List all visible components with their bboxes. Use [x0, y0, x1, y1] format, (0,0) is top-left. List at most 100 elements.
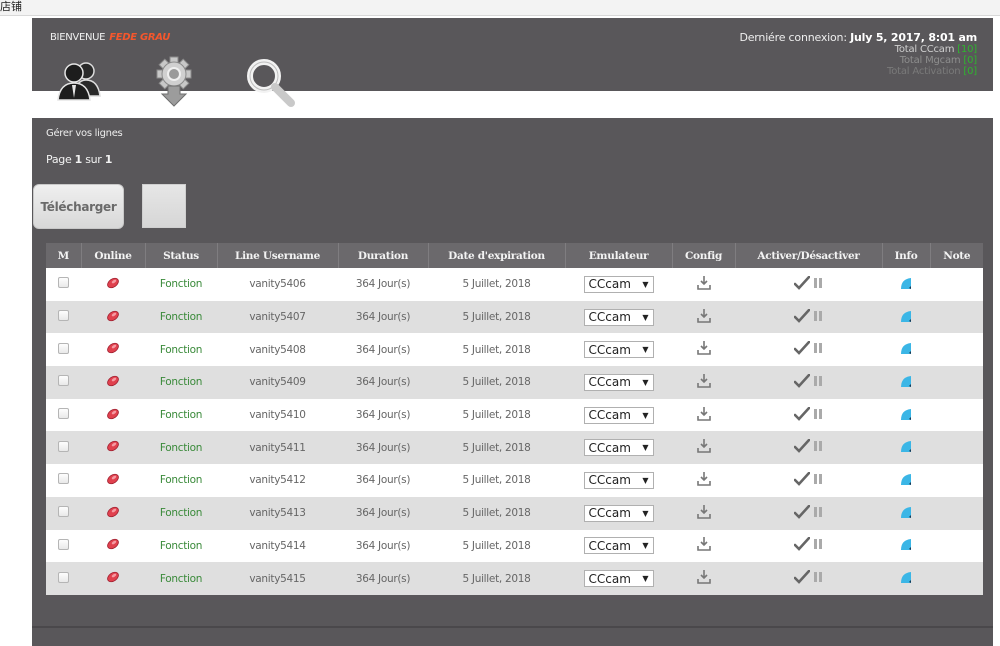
activate-check-icon[interactable]: [793, 308, 811, 326]
cell-info: [882, 431, 930, 465]
users-icon[interactable]: [54, 56, 106, 108]
cell-select: [46, 529, 81, 563]
row-checkbox[interactable]: [58, 473, 69, 485]
cell-emulator: CCcam ▼: [565, 268, 672, 301]
pause-icon[interactable]: [813, 375, 823, 390]
table-header-row: M Online Status Line Username Duration D…: [46, 243, 983, 268]
pause-icon[interactable]: [813, 277, 823, 292]
emulator-value: CCcam: [588, 440, 631, 455]
emulator-select[interactable]: CCcam ▼: [583, 570, 654, 588]
col-expiration[interactable]: Date d'expiration: [428, 243, 566, 268]
download-config-icon[interactable]: [696, 438, 712, 457]
cell-activate: [735, 366, 882, 399]
info-icon[interactable]: [899, 570, 913, 587]
row-checkbox[interactable]: [58, 571, 69, 583]
info-icon[interactable]: [899, 309, 913, 326]
activate-check-icon[interactable]: [793, 537, 811, 554]
online-status-icon: [106, 375, 120, 390]
activate-check-icon[interactable]: [793, 471, 811, 489]
emulator-select[interactable]: CCcam ▼: [583, 504, 654, 522]
blank-square-button[interactable]: [142, 184, 186, 228]
emulator-select[interactable]: CCcam ▼: [583, 275, 654, 293]
info-icon[interactable]: [899, 276, 913, 293]
cell-online: [81, 300, 145, 334]
dropdown-arrow-icon: ▼: [642, 345, 649, 355]
cell-username: vanity5406: [217, 268, 338, 301]
pause-icon[interactable]: [813, 440, 823, 455]
col-online[interactable]: Online: [81, 243, 146, 268]
table-row: Fonction vanity5408 364 Jour(s) 5 Juille…: [46, 333, 983, 367]
info-icon[interactable]: [899, 374, 913, 391]
emulator-select[interactable]: CCcam ▼: [583, 537, 654, 555]
download-config-icon[interactable]: [696, 406, 712, 425]
dropdown-arrow-icon: ▼: [642, 475, 649, 485]
pause-icon[interactable]: [813, 342, 823, 357]
col-status[interactable]: Status: [145, 243, 218, 268]
info-icon[interactable]: [899, 537, 913, 554]
cell-status: Fonction: [145, 366, 217, 399]
activate-check-icon[interactable]: [793, 406, 811, 424]
col-activate[interactable]: Activer/Désactiver: [735, 243, 883, 268]
row-checkbox[interactable]: [58, 440, 69, 452]
cell-select: [46, 300, 81, 334]
cell-emulator: CCcam ▼: [565, 333, 672, 367]
cell-note: [930, 268, 983, 301]
col-emulator[interactable]: Emulateur: [565, 243, 673, 268]
row-checkbox[interactable]: [58, 375, 69, 387]
page-current: 1: [74, 153, 83, 166]
cell-expiration: 5 Juillet, 2018: [428, 529, 565, 563]
cell-online: [81, 398, 145, 432]
settings-download-icon[interactable]: [150, 56, 202, 108]
row-checkbox[interactable]: [58, 342, 69, 354]
activate-check-icon[interactable]: [793, 438, 811, 456]
emulator-select[interactable]: CCcam ▼: [583, 341, 654, 359]
download-config-icon[interactable]: [696, 536, 712, 555]
activate-check-icon[interactable]: [793, 504, 811, 522]
search-icon[interactable]: [244, 56, 296, 108]
col-info[interactable]: Info: [882, 243, 931, 268]
emulator-select[interactable]: CCcam ▼: [583, 308, 654, 326]
activate-check-icon[interactable]: [793, 569, 811, 587]
info-icon[interactable]: [899, 341, 913, 358]
pause-icon[interactable]: [813, 571, 823, 586]
info-icon[interactable]: [899, 472, 913, 489]
emulator-select[interactable]: CCcam ▼: [583, 406, 654, 424]
col-config[interactable]: Config: [672, 243, 736, 268]
col-m[interactable]: M: [46, 243, 82, 268]
row-checkbox[interactable]: [58, 277, 69, 289]
download-config-icon[interactable]: [696, 569, 712, 588]
activate-check-icon[interactable]: [793, 340, 811, 358]
download-config-icon[interactable]: [696, 308, 712, 327]
pause-icon[interactable]: [813, 473, 823, 488]
download-config-icon[interactable]: [696, 275, 712, 294]
info-icon[interactable]: [899, 439, 913, 456]
pause-icon[interactable]: [813, 408, 823, 423]
download-config-icon[interactable]: [696, 373, 712, 392]
row-checkbox[interactable]: [58, 538, 69, 550]
pause-icon[interactable]: [813, 310, 823, 325]
row-checkbox[interactable]: [58, 408, 69, 420]
activate-check-icon[interactable]: [793, 373, 811, 391]
download-button[interactable]: Télécharger: [33, 184, 124, 229]
row-checkbox[interactable]: [58, 506, 69, 518]
cell-select: [46, 398, 81, 432]
col-username[interactable]: Line Username: [217, 243, 339, 268]
download-config-icon[interactable]: [696, 504, 712, 523]
col-note[interactable]: Note: [930, 243, 983, 268]
cell-username: vanity5411: [217, 431, 338, 465]
col-duration[interactable]: Duration: [338, 243, 429, 268]
download-config-icon[interactable]: [696, 471, 712, 490]
activate-check-icon[interactable]: [793, 275, 811, 293]
row-checkbox[interactable]: [58, 310, 69, 322]
welcome-text: BIENVENUE FEDE GRAU: [50, 32, 170, 43]
emulator-select[interactable]: CCcam ▼: [583, 439, 654, 457]
emulator-select[interactable]: CCcam ▼: [583, 471, 654, 489]
download-config-icon[interactable]: [696, 340, 712, 359]
table-row: Fonction vanity5411 364 Jour(s) 5 Juille…: [46, 431, 983, 465]
info-icon[interactable]: [899, 407, 913, 424]
pause-icon[interactable]: [813, 538, 823, 553]
total-label: Total CCcam: [894, 44, 955, 55]
emulator-select[interactable]: CCcam ▼: [583, 373, 654, 391]
info-icon[interactable]: [899, 505, 913, 522]
pause-icon[interactable]: [813, 506, 823, 521]
